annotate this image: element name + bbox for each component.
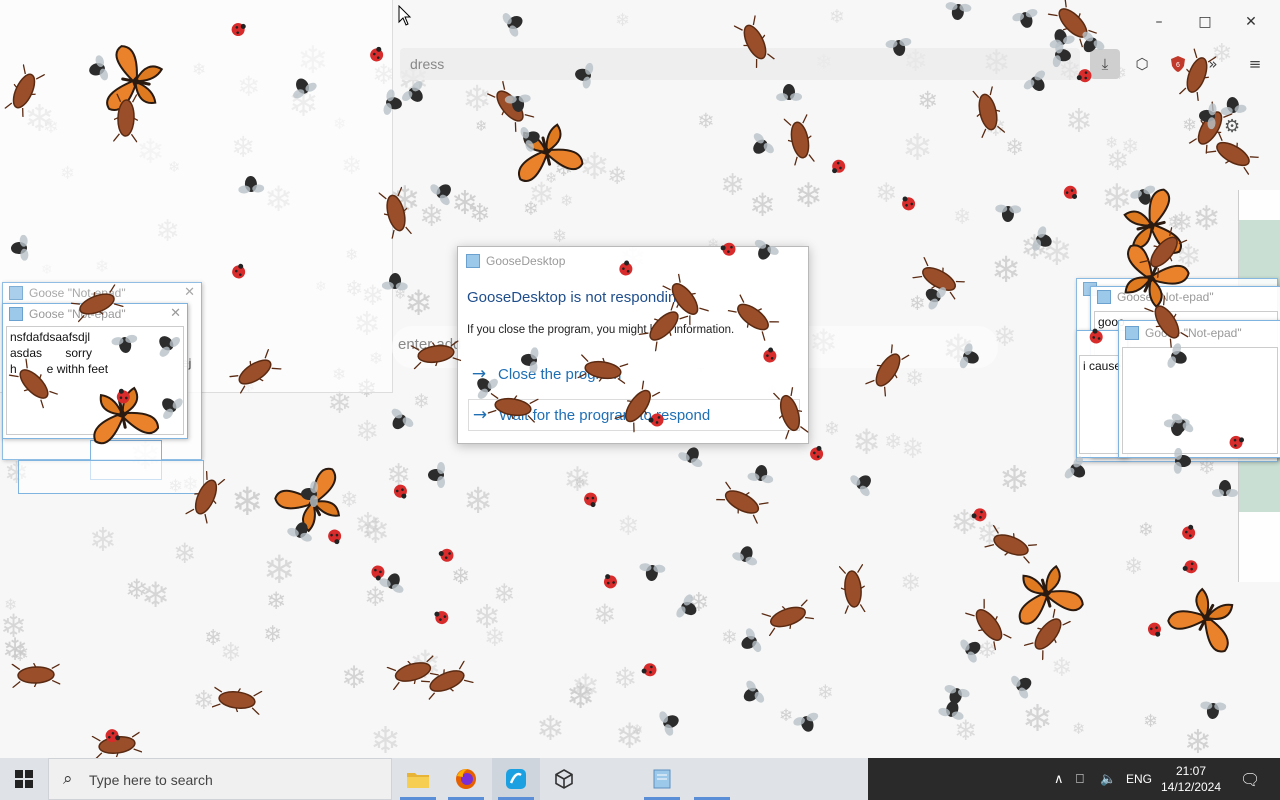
fly-icon — [111, 334, 138, 353]
fly-icon — [1173, 447, 1191, 474]
maximize-button[interactable]: □ — [1190, 8, 1220, 36]
clock-date: 14/12/2024 — [1160, 780, 1222, 794]
extensions-icon[interactable]: ⬡ — [1127, 49, 1157, 79]
taskbar-app-slot[interactable] — [688, 758, 736, 800]
mouse-cursor-icon — [398, 5, 412, 26]
fly-icon — [238, 176, 265, 194]
fly-icon — [504, 94, 531, 112]
close-icon[interactable]: ✕ — [184, 285, 195, 300]
dialog-heading: GooseDesktop is not responding — [467, 289, 685, 306]
minimize-button[interactable]: – — [1144, 8, 1174, 36]
notepad-icon — [9, 307, 23, 321]
cockroach-icon — [838, 564, 866, 614]
fly-icon — [1220, 97, 1247, 116]
fly-icon — [639, 563, 666, 581]
cockroach-icon — [113, 93, 139, 143]
notifications-icon[interactable]: 🗨 — [1240, 758, 1260, 800]
menu-icon[interactable]: ≡ — [1240, 49, 1270, 79]
taskbar-search-box[interactable]: ⌕ Type here to search — [48, 758, 392, 800]
windows-icon — [15, 770, 33, 788]
notepad-window-front[interactable]: Goose "Not-epad" — [1118, 320, 1280, 458]
fly-icon — [428, 462, 445, 488]
address-placeholder: dress — [410, 56, 445, 72]
show-hidden-icons-chevron-icon[interactable]: ∧ — [1054, 758, 1064, 800]
svg-text:6: 6 — [1176, 62, 1180, 69]
fly-icon — [521, 347, 539, 374]
fly-icon — [995, 204, 1022, 222]
clock[interactable]: 21:07 14/12/2024 — [1158, 763, 1224, 795]
fly-icon — [1199, 103, 1217, 130]
close-button[interactable]: ✕ — [1236, 8, 1266, 36]
fly-icon — [301, 481, 319, 508]
fly-icon — [1200, 701, 1227, 719]
file-explorer-icon[interactable] — [394, 758, 442, 800]
desktop: ❄ ❄ ❄ ❄ ❄ ❄ ❄ ❄ ❄ ❄ ❄ ❄ ❄ ❄ ❄ ❄ ❄ ❄ ❄ ❄ ❄ ❄ ❄ ❄ ❄ ❄ ❄ ❄ ❄ ❄ ❄ ❄ ❄ ❄ ❄ ❄ ❄ ❄ ❄ ❄… — [0, 0, 1280, 758]
notepad-icon — [9, 286, 23, 300]
ladybug-icon — [971, 508, 987, 522]
ladybug-icon — [1089, 328, 1103, 344]
notepad-text-area[interactable] — [1122, 347, 1278, 454]
ladybug-icon — [371, 565, 385, 581]
fly-icon — [747, 465, 774, 484]
ladybug-icon — [763, 347, 777, 363]
volume-icon[interactable]: 🔈 — [1100, 758, 1116, 800]
fly-icon — [11, 234, 29, 261]
unity-icon[interactable] — [540, 758, 588, 800]
dialog-message: If you close the program, you might lose… — [467, 324, 735, 336]
language-indicator[interactable]: ENG — [1126, 758, 1152, 800]
fly-icon — [945, 2, 972, 20]
ladybug-icon — [619, 260, 633, 276]
ladybug-icon — [648, 413, 664, 427]
notepad-title-bar[interactable]: Goose "Not-epad" — [1119, 321, 1280, 345]
fly-icon — [776, 84, 803, 102]
fly-icon — [885, 38, 912, 56]
app-icon — [466, 254, 480, 268]
address-bar[interactable]: dress — [400, 48, 1080, 80]
close-program-option[interactable]: → Close the program — [468, 359, 798, 389]
search-icon: ⌕ — [63, 769, 73, 789]
taskbar-search-placeholder: Type here to search — [89, 772, 213, 788]
start-button[interactable] — [0, 758, 48, 800]
fly-icon — [1052, 41, 1071, 68]
ladybug-icon — [641, 663, 657, 677]
fly-icon — [381, 273, 408, 291]
notepad-icon — [1097, 290, 1111, 304]
fly-icon — [1212, 480, 1238, 497]
cockroach-icon — [11, 662, 61, 688]
firefox-icon[interactable] — [442, 758, 490, 800]
system-tray: ∧ ⎕ 🔈 ENG 21:07 14/12/2024 🗨 — [868, 758, 1280, 800]
close-icon[interactable]: ✕ — [170, 306, 181, 321]
notepad-icon — [1125, 326, 1139, 340]
network-icon[interactable]: ⎕ — [1076, 758, 1084, 800]
taskbar: ⌕ Type here to search ∧ ⎕ 🔈 ENG 21:07 14… — [0, 758, 1280, 800]
fly-icon — [575, 62, 594, 89]
dialog-title: GooseDesktop — [486, 254, 566, 268]
clock-time: 21:07 — [1175, 764, 1207, 778]
blue-app-icon[interactable] — [492, 758, 540, 800]
notepad-taskbar-icon[interactable] — [638, 758, 686, 800]
stacked-window-edge — [18, 460, 204, 494]
